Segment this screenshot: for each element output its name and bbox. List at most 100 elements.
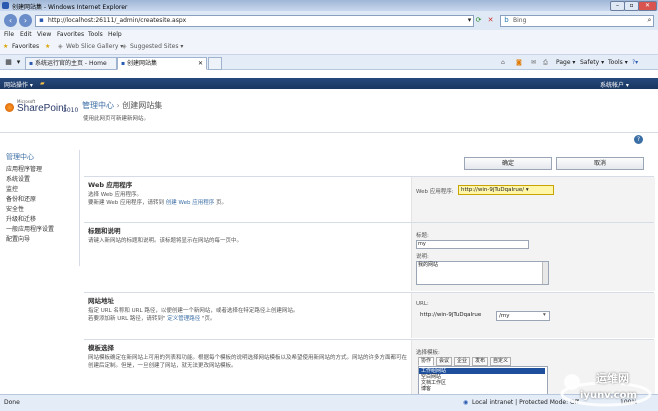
page-subtitle: 使用此网页可新建新网站。 (83, 116, 150, 122)
maximize-button[interactable]: ▫ (624, 1, 639, 11)
search-input[interactable]: b Bing (500, 15, 654, 27)
nav-item-app-management[interactable]: 应用程序管理 (6, 164, 42, 173)
textarea-scrollbar[interactable] (542, 262, 548, 284)
add-favorites-icon[interactable]: ★ (45, 43, 50, 50)
template-tab-collaboration[interactable]: 协作 (418, 357, 435, 366)
url-prefix: http://win-9jTuDqaIrue (420, 312, 482, 318)
desc-suffix: "页。 (201, 316, 216, 322)
tab-label: 创建网站集 (127, 60, 158, 67)
help-menu-icon[interactable]: ?▾ (632, 59, 638, 66)
section-desc-link-line: 要新建 Web 应用程序，请转到 创建 Web 应用程序 页。 (88, 199, 408, 207)
template-tabs: 协作 会议 企业 发布 自定义 (418, 357, 548, 366)
web-slice-gallery-link[interactable]: Web Slice Gallery ▾ (66, 43, 123, 50)
search-icon[interactable]: ⌕ (645, 16, 654, 25)
window-titlebar: 创建网站集 - Windows Internet Explorer – ▫ ✕ (0, 0, 658, 11)
breadcrumb-root[interactable]: 管理中心 (82, 101, 114, 110)
description-label: 说明: (416, 254, 429, 260)
feeds-icon[interactable]: ◙ (516, 59, 522, 66)
refresh-icon[interactable]: ⟳ (474, 16, 483, 25)
tab-home[interactable]: ▪ 系统运行官的主页 - Home (25, 57, 117, 70)
section-title: Web 应用程序 (88, 181, 133, 189)
logo-sharepoint: SharePoint (17, 103, 67, 114)
nav-header-central-admin[interactable]: 管理中心 (6, 152, 34, 162)
dropdown-arrow-icon[interactable]: ▾ (543, 312, 546, 318)
menu-edit[interactable]: Edit (20, 31, 32, 38)
new-tab-button[interactable] (208, 57, 222, 70)
forward-button[interactable]: › (19, 14, 32, 27)
cancel-button[interactable]: 取消 (556, 157, 644, 170)
template-tab-meetings[interactable]: 会议 (436, 357, 453, 366)
section-desc: 指定 URL 名称和 URL 路径，以便创建一个新网站，或者选择在特定路径上创建… (88, 308, 299, 314)
page-icon: ▪ (39, 16, 44, 24)
navigate-up-icon[interactable]: ▰ (40, 80, 45, 87)
nav-item-system-settings[interactable]: 系统设置 (6, 174, 30, 183)
template-tab-enterprise[interactable]: 企业 (454, 357, 471, 366)
favorites-star-icon: ★ (3, 43, 9, 50)
desc-prefix: 要新建 Web 应用程序，请转到 (88, 200, 164, 206)
suggested-sites-link[interactable]: Suggested Sites ▾ (130, 43, 183, 50)
section-desc: 选择 Web 应用程序。 (88, 192, 142, 198)
tab-create-site[interactable]: ▪ 创建网站集 ✕ (117, 57, 207, 70)
section-input-area: 标题: my 说明: 我的网站 (411, 223, 655, 291)
back-button[interactable]: ‹ (4, 14, 17, 27)
suggested-sites-icon: ◈ (122, 43, 127, 50)
dropdown-icon[interactable]: ▾ (465, 16, 474, 25)
nav-item-backup-restore[interactable]: 备份和还原 (6, 194, 36, 203)
breadcrumb: 管理中心 › 创建网站集 (82, 100, 162, 111)
section-desc: 请键入新网站的标题和说明。该标题将显示在网站的每一页中。 (88, 238, 243, 244)
close-button[interactable]: ✕ (638, 1, 657, 11)
create-web-app-link[interactable]: 创建 Web 应用程序 (166, 200, 215, 206)
nav-item-config-wizards[interactable]: 配置向导 (6, 234, 30, 243)
help-icon[interactable]: ? (634, 135, 643, 144)
nav-item-general-settings[interactable]: 一般应用程序设置 (6, 224, 54, 233)
section-title: 标题和说明 (88, 227, 121, 235)
close-tab-icon[interactable]: ✕ (198, 58, 203, 69)
favorites-button[interactable]: Favorites (12, 43, 39, 50)
site-actions-menu[interactable]: 网站操作 ▾ (4, 80, 33, 89)
ok-button[interactable]: 确定 (464, 157, 552, 170)
section-title-description: 标题和说明 请键入新网站的标题和说明。该标题将显示在网站的每一页中。 标题: m… (84, 222, 655, 291)
menu-favorites[interactable]: Favorites (57, 31, 84, 38)
url-path-dropdown[interactable]: /my (496, 311, 550, 321)
stop-icon[interactable]: ✕ (486, 16, 495, 25)
safety-menu[interactable]: Safety ▾ (580, 59, 604, 66)
page-menu[interactable]: Page ▾ (556, 59, 575, 66)
tools-menu[interactable]: Tools ▾ (608, 59, 628, 66)
title-input[interactable]: my (416, 240, 529, 249)
home-icon[interactable]: ⌂ (501, 59, 505, 66)
menu-view[interactable]: View (37, 31, 51, 38)
tab-list-icon[interactable]: ▾ (14, 58, 23, 67)
web-slice-icon: ◈ (58, 43, 63, 50)
bing-icon: b (504, 16, 509, 24)
template-tab-publishing[interactable]: 发布 (472, 357, 489, 366)
menu-help[interactable]: Help (108, 31, 122, 38)
url-label: URL: (416, 301, 429, 307)
tab-row: ▦ ▾ ▪ 系统运行官的主页 - Home ▪ 创建网站集 ✕ ⌂ ◙ ✉ ⎙ … (0, 55, 658, 70)
template-listbox[interactable]: 工作组网站 空白网站 文档工作区 博客 (418, 366, 548, 395)
nav-item-monitoring[interactable]: 监控 (6, 184, 18, 193)
address-input[interactable]: ▪ http://localhost:26111/_admin/createsi… (35, 15, 474, 27)
page-title: 创建网站集 (122, 101, 163, 110)
minimize-button[interactable]: – (610, 1, 625, 11)
menu-file[interactable]: File (4, 31, 14, 38)
ie-icon (2, 2, 9, 9)
section-desc-link-line: 若要添加新 URL 路径，请转到" 定义管理路径 "页。 (88, 315, 408, 323)
section-desc: 网站模板确定在新网站上可用的列表和功能。根据每个模板的说明选择网站模板以及希望使… (88, 355, 408, 369)
quick-tabs-icon[interactable]: ▦ (4, 58, 13, 67)
watermark-url: iyunv.com (580, 390, 637, 401)
section-site-address: 网站地址 指定 URL 名称和 URL 路径，以便创建一个新网站，或者选择在特定… (84, 292, 655, 338)
nav-item-security[interactable]: 安全性 (6, 204, 24, 213)
template-tab-custom[interactable]: 自定义 (490, 357, 512, 366)
description-textarea[interactable]: 我的网站 (416, 261, 549, 285)
print-icon[interactable]: ⎙ (543, 59, 548, 67)
web-app-label: Web 应用程序: (416, 189, 454, 195)
menu-tools[interactable]: Tools (88, 31, 103, 38)
read-mail-icon[interactable]: ✉ (531, 59, 536, 66)
template-item-blog[interactable]: 博客 (419, 386, 545, 392)
define-managed-paths-link[interactable]: 定义管理路径 (167, 316, 200, 322)
sharepoint-logo-icon (5, 103, 14, 112)
logo-version: 2010 (63, 107, 79, 114)
nav-item-upgrade-migration[interactable]: 升级和迁移 (6, 214, 36, 223)
web-app-selector[interactable]: http://win-9jTuDqaIrue/ ▾ (458, 185, 554, 195)
user-menu[interactable]: 系统帐户 ▾ (600, 80, 629, 89)
